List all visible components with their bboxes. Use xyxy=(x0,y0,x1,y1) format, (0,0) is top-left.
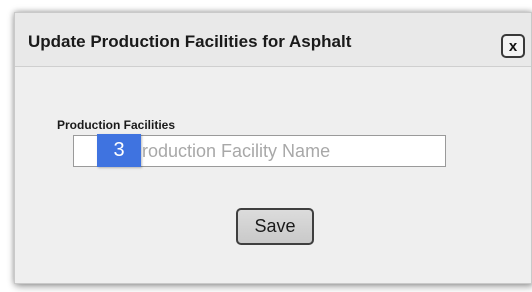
update-facilities-dialog: Update Production Facilities for Asphalt… xyxy=(14,12,532,284)
close-icon[interactable]: x xyxy=(501,34,525,58)
save-button[interactable]: Save xyxy=(236,208,314,245)
dialog-title: Update Production Facilities for Asphalt xyxy=(28,32,352,51)
step-number-badge: 3 xyxy=(97,134,141,167)
production-facilities-label: Production Facilities xyxy=(57,118,176,132)
screen: Update Production Facilities for Asphalt… xyxy=(0,0,532,292)
dialog-titlebar: Update Production Facilities for Asphalt… xyxy=(15,13,531,67)
